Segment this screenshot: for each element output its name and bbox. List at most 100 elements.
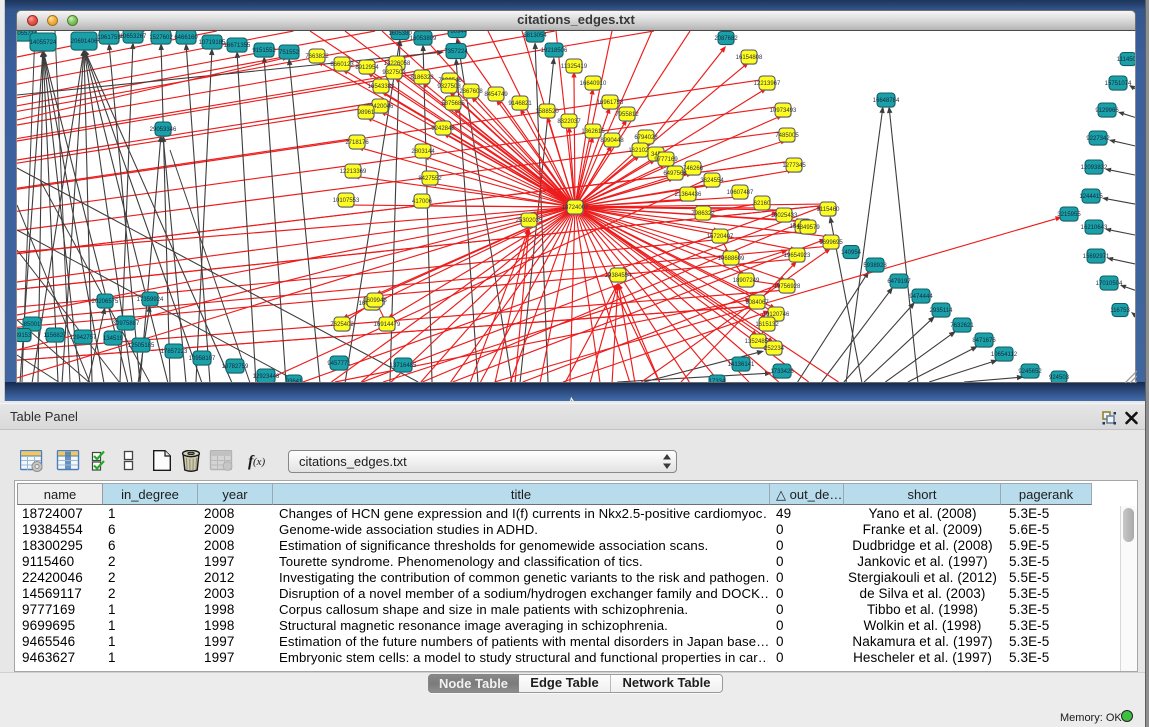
svg-text:10107553: 10107553: [333, 198, 360, 204]
svg-text:8322037: 8322037: [557, 119, 581, 125]
svg-text:14055724: 14055724: [30, 40, 57, 46]
svg-text:9777169: 9777169: [654, 157, 678, 163]
svg-text:8990448: 8990448: [600, 138, 624, 144]
svg-text:1609948: 1609948: [363, 298, 387, 304]
svg-text:17857223: 17857223: [161, 349, 188, 355]
svg-text:17359924: 17359924: [137, 297, 164, 303]
svg-text:1849579: 1849579: [796, 225, 820, 231]
svg-text:2803144: 2803144: [411, 149, 435, 155]
svg-text:15720407: 15720407: [707, 234, 734, 240]
svg-text:760944: 760944: [447, 31, 468, 35]
svg-text:15692971: 15692971: [1083, 254, 1110, 260]
svg-text:17334: 17334: [709, 379, 726, 382]
svg-text:9327508: 9327508: [437, 84, 461, 90]
svg-text:12942757: 12942757: [70, 335, 97, 341]
svg-text:16648784: 16648784: [873, 98, 900, 104]
svg-text:8454749: 8454749: [484, 92, 508, 98]
svg-text:1156827: 1156827: [44, 333, 68, 339]
svg-text:751552: 751552: [279, 50, 300, 56]
svg-text:7357224: 7357224: [444, 49, 468, 55]
svg-text:21364436: 21364436: [675, 192, 702, 198]
svg-text:85001: 85001: [24, 322, 41, 328]
svg-text:7632621: 7632621: [950, 323, 974, 329]
svg-text:417006: 417006: [412, 199, 433, 205]
svg-text:9327503: 9327503: [382, 70, 406, 76]
svg-text:12093832: 12093832: [1081, 165, 1108, 171]
svg-text:134519: 134519: [103, 336, 124, 342]
svg-text:18724007: 18724007: [562, 205, 589, 211]
svg-text:10654112: 10654112: [991, 352, 1018, 358]
svg-text:6466160: 6466160: [174, 35, 198, 41]
svg-text:10607487: 10607487: [727, 190, 754, 196]
svg-text:10025433: 10025433: [771, 213, 798, 219]
svg-text:5938928: 5938928: [863, 263, 887, 269]
svg-text:2935114: 2935114: [930, 308, 954, 314]
svg-text:6497568: 6497568: [663, 171, 687, 177]
svg-text:16154808: 16154808: [736, 55, 763, 61]
svg-text:19384554: 19384554: [605, 273, 632, 279]
svg-text:98961: 98961: [358, 110, 375, 116]
svg-text:7485005: 7485005: [775, 133, 799, 139]
svg-text:2718176: 2718176: [345, 140, 369, 146]
svg-text:9115460: 9115460: [817, 207, 841, 213]
svg-text:9084067: 9084067: [745, 300, 769, 306]
svg-text:8660123: 8660123: [330, 62, 354, 68]
svg-text:5875685: 5875685: [441, 101, 465, 107]
svg-text:29053346: 29053346: [150, 127, 177, 133]
svg-text:19218506: 19218506: [541, 48, 568, 54]
svg-text:20691406: 20691406: [71, 39, 98, 45]
svg-text:10973493: 10973493: [770, 108, 797, 114]
svg-text:7955812: 7955812: [615, 112, 639, 118]
svg-text:30975887: 30975887: [113, 321, 140, 327]
svg-text:16914479: 16914479: [374, 322, 401, 328]
svg-text:16961758: 16961758: [597, 100, 624, 106]
svg-text:19756928: 19756928: [774, 284, 801, 290]
svg-text:9129966: 9129966: [1095, 108, 1119, 114]
svg-text:3215955: 3215955: [1057, 212, 1081, 218]
svg-text:16671355: 16671355: [224, 43, 251, 49]
svg-text:16640910: 16640910: [580, 81, 607, 87]
svg-text:8427552: 8427552: [418, 176, 442, 182]
svg-text:93641: 93641: [286, 379, 303, 382]
svg-text:140954: 140954: [841, 250, 862, 256]
svg-text:252234: 252234: [764, 346, 785, 352]
svg-text:12213967: 12213967: [754, 81, 781, 87]
svg-text:62160: 62160: [754, 201, 771, 207]
svg-text:7986322: 7986322: [691, 211, 715, 217]
svg-text:1362615: 1362615: [581, 129, 605, 135]
svg-text:2087682: 2087682: [714, 36, 738, 42]
svg-text:18907249: 18907249: [733, 278, 760, 284]
svg-text:9245652: 9245652: [1018, 369, 1042, 375]
svg-text:17010504: 17010504: [1096, 281, 1123, 287]
svg-text:2867608: 2867608: [459, 89, 483, 95]
svg-text:9227342: 9227342: [1086, 136, 1110, 142]
svg-text:116753: 116753: [1110, 308, 1130, 314]
svg-text:10688609: 10688609: [718, 256, 745, 262]
svg-text:8471676: 8471676: [972, 338, 996, 344]
svg-text:9151552: 9151552: [252, 48, 276, 54]
svg-text:16210643: 16210643: [1081, 225, 1108, 231]
svg-text:9146821: 9146821: [508, 101, 532, 107]
svg-text:8186323: 8186323: [410, 75, 434, 81]
svg-text:1615132: 1615132: [755, 322, 779, 328]
svg-text:13716485: 13716485: [390, 363, 417, 369]
svg-text:7625402: 7625402: [330, 322, 354, 328]
svg-text:10653267: 10653267: [120, 34, 147, 40]
svg-text:3624554: 3624554: [700, 178, 724, 184]
svg-text:6479197: 6479197: [887, 279, 911, 285]
svg-text:1114501: 1114501: [1117, 57, 1135, 63]
svg-text:(x): (x): [253, 456, 266, 468]
svg-text:10782759: 10782759: [222, 364, 249, 370]
svg-text:15751074: 15751074: [1105, 81, 1132, 87]
svg-text:12505185: 12505185: [128, 343, 155, 349]
svg-text:1244415: 1244415: [1079, 194, 1103, 200]
svg-text:0699695: 0699695: [819, 240, 843, 246]
svg-text:16543382: 16543382: [368, 84, 395, 90]
svg-text:8912954: 8912954: [355, 65, 379, 71]
svg-text:1588520: 1588520: [535, 109, 559, 115]
svg-text:924503: 924503: [1049, 375, 1070, 381]
svg-text:20206575: 20206575: [92, 299, 119, 305]
svg-text:1961759: 1961759: [97, 35, 121, 41]
svg-text:9457771: 9457771: [327, 361, 351, 367]
svg-text:7663822: 7663822: [305, 54, 329, 60]
